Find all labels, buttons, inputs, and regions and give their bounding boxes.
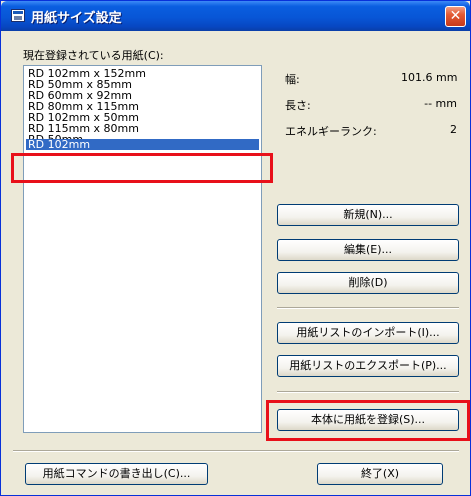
delete-button[interactable]: 削除(D) <box>277 272 459 294</box>
highlight-box-register <box>266 400 470 441</box>
width-value: 101.6 mm <box>401 71 458 84</box>
edit-button[interactable]: 編集(E)... <box>277 239 459 261</box>
write-command-button[interactable]: 用紙コマンドの書き出し(C)... <box>25 463 208 485</box>
list-item[interactable]: RD 115mm x 80mm <box>26 123 259 134</box>
close-button[interactable]: ✕ <box>445 6 466 27</box>
paper-list-label: 現在登録されている用紙(C): <box>23 49 164 62</box>
paper-size-dialog: 用紙サイズ設定 ✕ 現在登録されている用紙(C): RD 102mm x 152… <box>0 0 471 496</box>
highlight-box-list <box>11 153 273 183</box>
title-bar[interactable]: 用紙サイズ設定 ✕ <box>1 1 470 31</box>
new-button[interactable]: 新規(N)... <box>277 204 459 226</box>
separator <box>13 450 459 452</box>
length-label: 長さ: <box>285 99 311 112</box>
window-title: 用紙サイズ設定 <box>31 11 122 26</box>
energy-rank-label: エネルギーランク: <box>285 125 377 138</box>
app-icon <box>11 9 25 22</box>
separator <box>277 307 459 309</box>
width-label: 幅: <box>285 73 300 86</box>
energy-rank-value: 2 <box>450 123 457 136</box>
export-list-button[interactable]: 用紙リストのエクスポート(P)... <box>277 355 459 377</box>
import-list-button[interactable]: 用紙リストのインポート(I)... <box>277 322 459 344</box>
separator <box>277 391 459 393</box>
exit-button[interactable]: 終了(X) <box>317 463 443 485</box>
length-value: -- mm <box>424 97 457 110</box>
paper-listbox[interactable]: RD 102mm x 152mm RD 50mm x 85mm RD 60mm … <box>23 65 262 433</box>
list-item-selected[interactable]: RD 102mm <box>26 139 259 150</box>
